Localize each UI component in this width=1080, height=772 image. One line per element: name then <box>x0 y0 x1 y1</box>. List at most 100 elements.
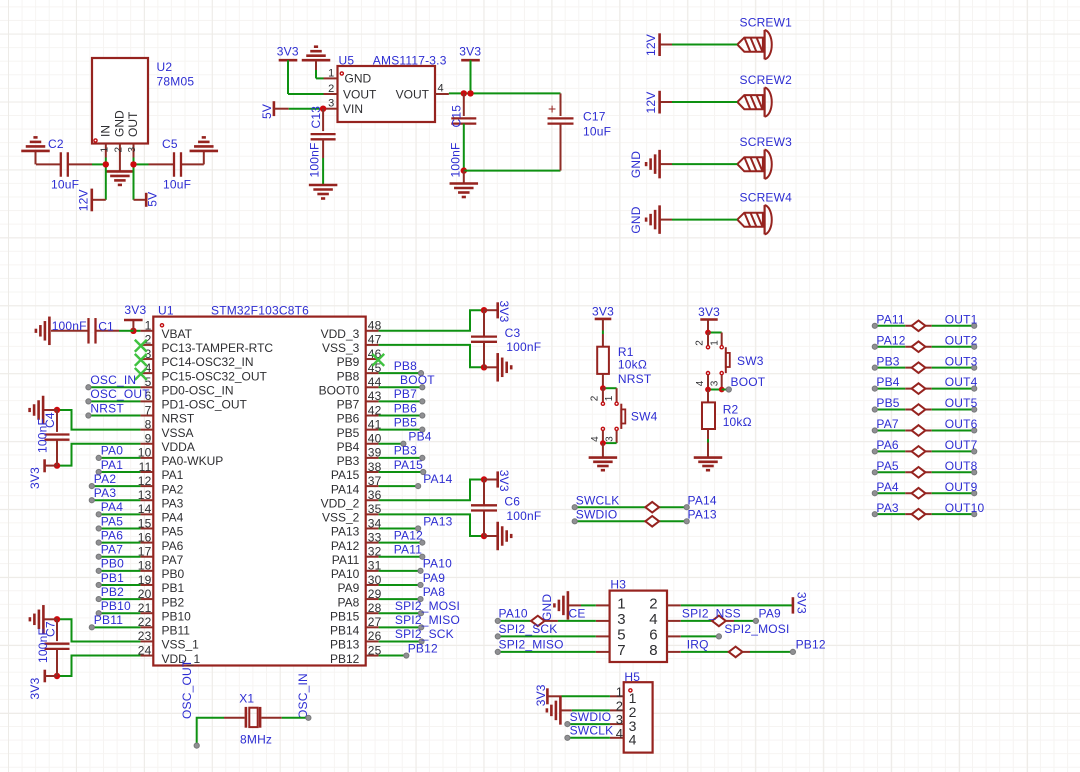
svg-text:U5: U5 <box>339 54 355 68</box>
svg-text:PA14: PA14 <box>331 482 360 496</box>
svg-text:OUT5: OUT5 <box>945 396 978 410</box>
svg-text:PA6: PA6 <box>876 438 899 452</box>
svg-text:100nF: 100nF <box>308 142 322 177</box>
svg-text:PB12: PB12 <box>408 641 438 655</box>
svg-text:100nF: 100nF <box>449 142 463 177</box>
svg-text:3V3: 3V3 <box>698 305 720 319</box>
svg-text:PB0: PB0 <box>162 567 185 581</box>
svg-text:SPI2_SCK: SPI2_SCK <box>395 627 454 641</box>
svg-text:PB14: PB14 <box>330 624 360 638</box>
svg-text:PA4: PA4 <box>162 511 184 525</box>
svg-text:PB5: PB5 <box>394 415 417 429</box>
svg-text:PB0: PB0 <box>101 557 124 571</box>
svg-text:SCREW2: SCREW2 <box>740 73 793 87</box>
svg-text:4: 4 <box>649 611 657 628</box>
svg-text:PB3: PB3 <box>876 354 899 368</box>
svg-text:1: 1 <box>617 595 625 612</box>
svg-text:PA7: PA7 <box>101 543 124 557</box>
svg-text:PB12: PB12 <box>330 652 360 666</box>
svg-text:3V3: 3V3 <box>534 684 548 706</box>
svg-text:PC13-TAMPER-RTC: PC13-TAMPER-RTC <box>162 341 274 355</box>
svg-text:2: 2 <box>113 147 124 153</box>
svg-text:4: 4 <box>616 726 623 741</box>
svg-text:PC14-OSC32_IN: PC14-OSC32_IN <box>162 355 254 369</box>
svg-text:PA4: PA4 <box>876 480 899 494</box>
svg-text:PB8: PB8 <box>394 359 417 373</box>
svg-text:PA8: PA8 <box>423 585 446 599</box>
svg-text:3: 3 <box>710 380 721 386</box>
svg-text:3V3: 3V3 <box>497 470 511 492</box>
svg-text:SW3: SW3 <box>737 354 764 368</box>
svg-text:PA12: PA12 <box>876 333 905 347</box>
svg-text:SPI2_MISO: SPI2_MISO <box>499 638 564 652</box>
svg-text:3V3: 3V3 <box>28 467 42 489</box>
svg-text:3V3: 3V3 <box>794 592 808 614</box>
svg-text:VSS_1: VSS_1 <box>162 638 200 652</box>
svg-text:7: 7 <box>617 642 625 659</box>
svg-text:PB10: PB10 <box>162 609 192 623</box>
svg-text:C6: C6 <box>504 495 520 509</box>
svg-text:PB4: PB4 <box>408 430 431 444</box>
svg-text:PA11: PA11 <box>876 312 905 326</box>
svg-text:PB7: PB7 <box>337 398 360 412</box>
svg-text:PA1: PA1 <box>162 468 184 482</box>
svg-text:2: 2 <box>649 595 657 612</box>
svg-text:OUT1: OUT1 <box>945 312 978 326</box>
svg-text:5V: 5V <box>260 104 274 119</box>
svg-text:6: 6 <box>649 626 657 643</box>
svg-text:C17: C17 <box>583 110 606 124</box>
svg-text:SPI2_MOSI: SPI2_MOSI <box>724 622 789 636</box>
svg-text:PA3: PA3 <box>876 501 899 515</box>
svg-text:PA13: PA13 <box>688 508 717 522</box>
svg-text:C15: C15 <box>450 105 464 128</box>
svg-text:100nF: 100nF <box>506 340 541 354</box>
svg-text:PB11: PB11 <box>94 613 123 627</box>
svg-text:BOOT: BOOT <box>731 375 766 389</box>
svg-text:OUT9: OUT9 <box>945 480 978 494</box>
svg-text:H5: H5 <box>624 670 640 684</box>
svg-text:PB7: PB7 <box>394 387 417 401</box>
svg-text:X1: X1 <box>239 692 254 706</box>
svg-text:PA10: PA10 <box>331 567 360 581</box>
svg-text:PA2: PA2 <box>162 482 184 496</box>
svg-text:VDDA: VDDA <box>162 440 195 454</box>
svg-text:4: 4 <box>590 436 601 442</box>
svg-text:4: 4 <box>629 732 637 748</box>
svg-text:PA15: PA15 <box>394 458 423 472</box>
svg-text:1: 1 <box>616 684 623 699</box>
svg-text:PB5: PB5 <box>876 396 899 410</box>
svg-text:OUT6: OUT6 <box>945 417 978 431</box>
svg-text:OSC_IN: OSC_IN <box>90 373 136 387</box>
svg-text:PA7: PA7 <box>876 417 899 431</box>
svg-text:PA15: PA15 <box>331 468 360 482</box>
svg-text:PB2: PB2 <box>101 585 124 599</box>
svg-text:3V3: 3V3 <box>459 45 481 59</box>
svg-text:PA12: PA12 <box>331 539 360 553</box>
svg-text:5V: 5V <box>146 192 160 207</box>
svg-text:3V3: 3V3 <box>497 301 511 323</box>
svg-text:VOUT: VOUT <box>343 87 377 101</box>
svg-text:OUT8: OUT8 <box>945 459 978 473</box>
svg-text:12V: 12V <box>644 92 658 114</box>
svg-text:PB9: PB9 <box>337 355 360 369</box>
svg-text:OUT3: OUT3 <box>945 354 978 368</box>
svg-text:3V3: 3V3 <box>277 45 299 59</box>
svg-text:C3: C3 <box>505 326 521 340</box>
svg-text:PA13: PA13 <box>423 514 452 528</box>
svg-text:PA14: PA14 <box>423 472 452 486</box>
svg-text:PB2: PB2 <box>162 595 185 609</box>
svg-text:3V3: 3V3 <box>124 303 146 317</box>
svg-text:OUT4: OUT4 <box>945 375 978 389</box>
svg-text:2: 2 <box>695 340 706 346</box>
svg-text:PA11: PA11 <box>394 543 423 557</box>
svg-text:3V3: 3V3 <box>592 305 614 319</box>
svg-text:1: 1 <box>328 67 334 79</box>
svg-text:PA14: PA14 <box>688 493 717 507</box>
svg-text:OUT2: OUT2 <box>945 333 978 347</box>
svg-text:PC15-OSC32_OUT: PC15-OSC32_OUT <box>162 369 268 383</box>
svg-text:PB6: PB6 <box>337 412 360 426</box>
svg-text:C13: C13 <box>309 106 323 129</box>
svg-text:11: 11 <box>139 460 152 474</box>
svg-text:PA11: PA11 <box>332 553 360 567</box>
svg-text:PA7: PA7 <box>162 553 184 567</box>
